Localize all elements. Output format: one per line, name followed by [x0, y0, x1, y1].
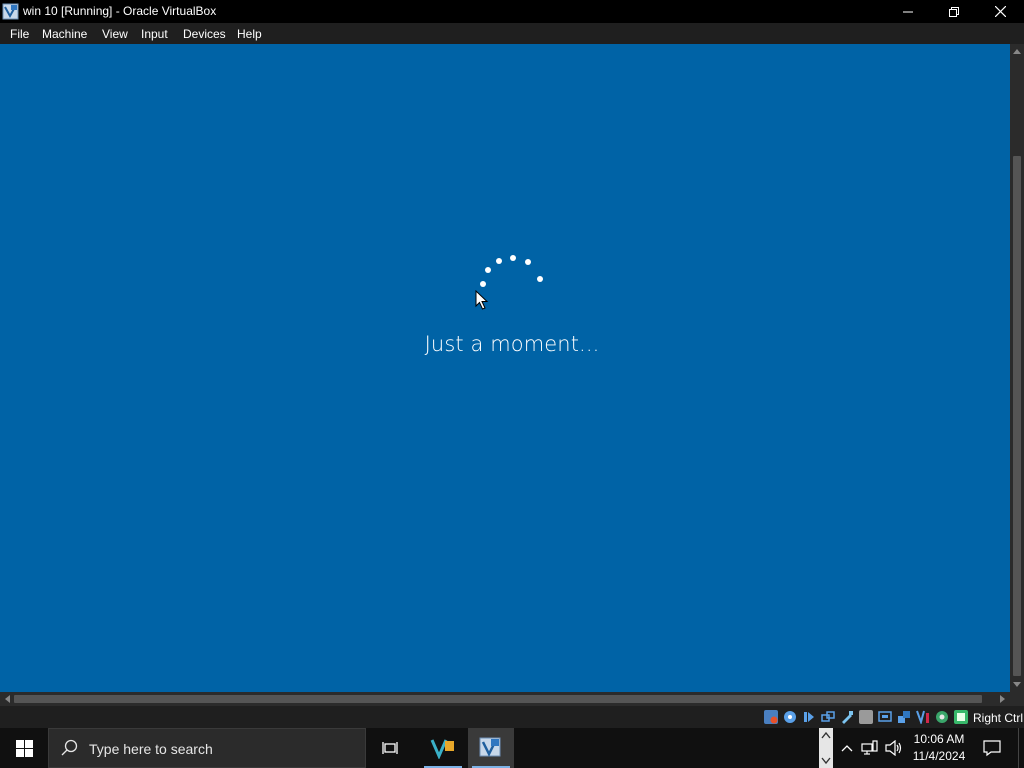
- vbox-status-bar: Right Ctrl: [0, 706, 1024, 728]
- search-icon: [61, 739, 78, 756]
- hard-disk-icon[interactable]: [764, 710, 778, 724]
- menu-help[interactable]: Help: [237, 27, 262, 41]
- display-icon[interactable]: [878, 710, 892, 724]
- clock-time: 10:06 AM: [913, 732, 965, 746]
- scrollbar-corner: [1010, 692, 1024, 706]
- menu-file[interactable]: File: [10, 27, 29, 41]
- cpu-icon[interactable]: [954, 710, 968, 724]
- minimize-button[interactable]: [885, 0, 931, 23]
- virtualbox-app-icon: [2, 3, 19, 20]
- taskbar: Type here to search 10:06 AM 11/4/2024: [0, 728, 1024, 768]
- mouse-integration-icon[interactable]: [916, 710, 930, 726]
- tray-scroll-arrows[interactable]: [819, 728, 833, 768]
- show-hidden-icons-chevron-icon[interactable]: [838, 738, 856, 758]
- windows-logo-icon: [15, 739, 33, 757]
- recording-icon[interactable]: [935, 710, 949, 724]
- menu-machine[interactable]: Machine: [42, 27, 87, 41]
- usb-icon[interactable]: [840, 710, 854, 724]
- task-view-icon: [382, 742, 398, 754]
- close-button[interactable]: [977, 0, 1023, 23]
- search-box[interactable]: Type here to search: [48, 728, 366, 768]
- vertical-scroll-thumb[interactable]: [1013, 156, 1021, 676]
- restore-button[interactable]: [931, 0, 977, 23]
- menu-input[interactable]: Input: [141, 27, 168, 41]
- virtualbox-manager-icon: [430, 739, 454, 759]
- network-tray-icon[interactable]: [860, 738, 880, 758]
- virtualbox-vm-icon: [479, 737, 501, 757]
- shared-folders-icon[interactable]: [859, 710, 873, 724]
- menu-view[interactable]: View: [102, 27, 128, 41]
- notification-icon: [983, 740, 1001, 757]
- loading-dots-icon: [480, 255, 543, 287]
- taskbar-app-virtualbox-manager[interactable]: [420, 728, 466, 768]
- scroll-up-icon[interactable]: [1010, 44, 1024, 58]
- horizontal-scrollbar[interactable]: [0, 692, 1010, 706]
- vm-display[interactable]: Just a moment...: [0, 44, 1010, 692]
- scroll-down-icon[interactable]: [1010, 678, 1024, 692]
- taskbar-app-vm-window[interactable]: [468, 728, 514, 768]
- vertical-scrollbar[interactable]: [1010, 44, 1024, 692]
- restore-icon: [949, 6, 959, 17]
- title-bar: win 10 [Running] - Oracle VirtualBox: [0, 0, 1024, 23]
- audio-icon[interactable]: [802, 710, 816, 724]
- menu-devices[interactable]: Devices: [183, 27, 226, 41]
- start-button[interactable]: [0, 728, 48, 768]
- menu-bar: File Machine View Input Devices Help: [0, 23, 1024, 44]
- horizontal-scroll-thumb[interactable]: [14, 695, 982, 703]
- action-center-button[interactable]: [978, 728, 1006, 768]
- clock-date: 11/4/2024: [912, 749, 966, 763]
- status-message: Just a moment...: [424, 332, 600, 356]
- taskbar-clock[interactable]: 10:06 AM 11/4/2024: [906, 731, 972, 765]
- host-key-label: Right Ctrl: [973, 711, 1024, 725]
- close-icon: [994, 6, 1006, 17]
- scroll-right-icon[interactable]: [996, 692, 1010, 706]
- mouse-cursor-icon: [475, 290, 489, 310]
- minimize-icon: [903, 11, 913, 12]
- network-icon[interactable]: [821, 710, 835, 724]
- task-view-button[interactable]: [368, 728, 414, 768]
- window-title: win 10 [Running] - Oracle VirtualBox: [23, 4, 217, 18]
- scroll-left-icon[interactable]: [0, 692, 14, 706]
- volume-tray-icon[interactable]: [884, 738, 904, 758]
- show-desktop-button[interactable]: [1018, 728, 1024, 768]
- optical-drive-icon[interactable]: [783, 710, 797, 724]
- video-capture-icon[interactable]: [897, 710, 911, 724]
- search-placeholder: Type here to search: [89, 741, 213, 757]
